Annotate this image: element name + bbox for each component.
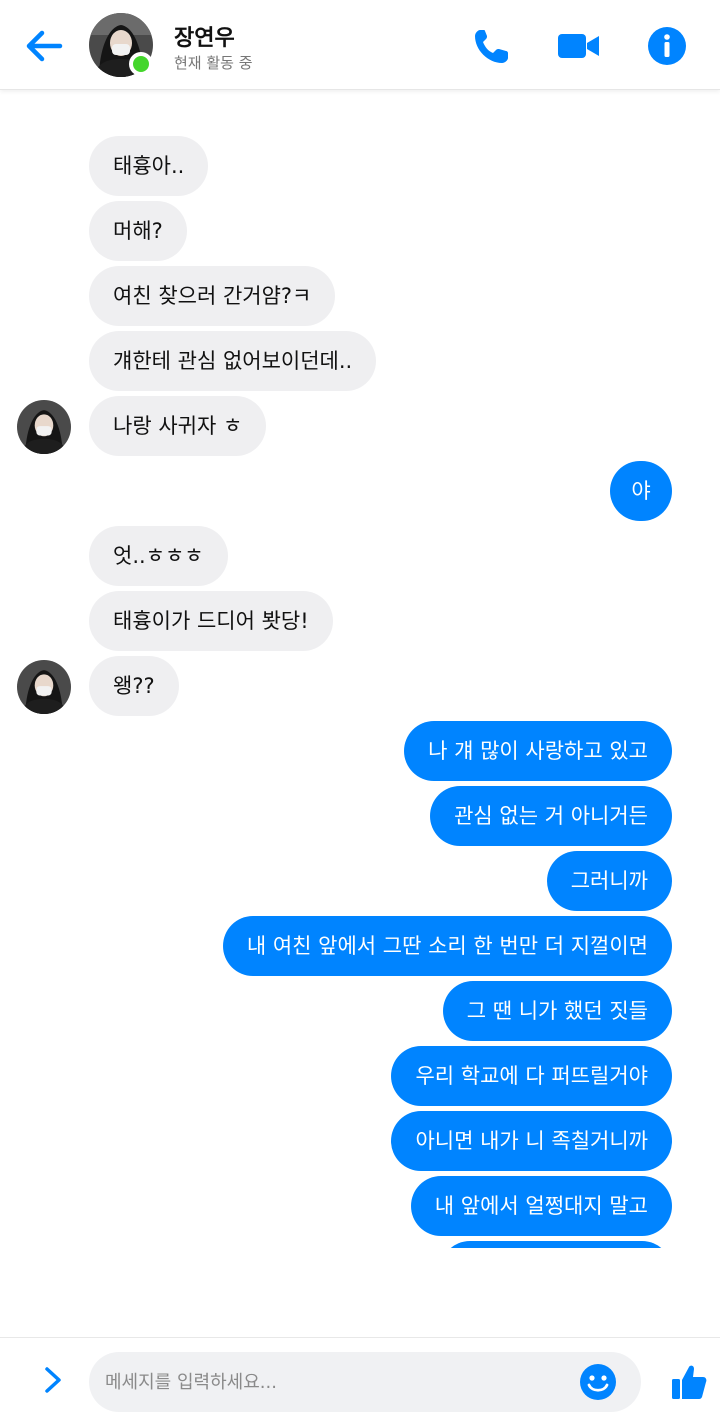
outgoing-message[interactable]: 우리 학교에 다 퍼뜨릴거야 — [391, 1046, 672, 1106]
outgoing-message[interactable] — [440, 1241, 672, 1248]
message-row: 우리 학교에 다 퍼뜨릴거야 — [0, 1046, 720, 1106]
chat-header: 장연우 현재 활동 중 — [0, 0, 720, 90]
outgoing-message[interactable]: 야 — [610, 461, 672, 521]
chevron-right-icon[interactable] — [38, 1364, 68, 1396]
sender-avatar[interactable] — [17, 660, 71, 714]
message-row: 머해? — [0, 201, 720, 261]
emoji-icon[interactable] — [579, 1363, 617, 1401]
outgoing-message[interactable]: 관심 없는 거 아니거든 — [430, 786, 672, 846]
message-row: 야 — [0, 461, 720, 521]
message-row: 엇..ㅎㅎㅎ — [0, 526, 720, 586]
incoming-message[interactable]: 왱?? — [89, 656, 179, 716]
message-row: 아니면 내가 니 족칠거니까 — [0, 1111, 720, 1171]
phone-icon[interactable] — [470, 24, 514, 68]
outgoing-message[interactable]: 그러니까 — [546, 851, 672, 911]
message-list[interactable]: 태흉아.. 머해? 여친 찾으러 간거얌?ㅋ 걔한테 관심 없어보이던데.. 나… — [0, 91, 720, 1248]
message-row: 그 땐 니가 했던 짓들 — [0, 981, 720, 1041]
incoming-message[interactable]: 머해? — [89, 201, 187, 261]
message-input[interactable] — [105, 1352, 575, 1412]
sender-avatar[interactable] — [17, 400, 71, 454]
contact-name[interactable]: 장연우 — [174, 20, 235, 52]
info-icon[interactable] — [645, 24, 689, 68]
outgoing-message[interactable]: 그 땐 니가 했던 짓들 — [442, 981, 672, 1041]
active-status: 현재 활동 중 — [174, 54, 253, 72]
message-row: 나랑 사귀자 ㅎ — [0, 396, 720, 456]
incoming-message[interactable]: 엇..ㅎㅎㅎ — [89, 526, 228, 586]
incoming-message[interactable]: 나랑 사귀자 ㅎ — [89, 396, 267, 456]
message-row: 내 앞에서 얼쩡대지 말고 — [0, 1176, 720, 1236]
video-camera-icon[interactable] — [556, 24, 600, 68]
message-composer — [0, 1337, 720, 1417]
incoming-message[interactable]: 걔한테 관심 없어보이던데.. — [89, 331, 377, 391]
incoming-message[interactable]: 태흉아.. — [89, 136, 209, 196]
online-status-dot — [129, 52, 153, 76]
thumbs-up-icon[interactable] — [670, 1362, 708, 1402]
message-row: 걔한테 관심 없어보이던데.. — [0, 331, 720, 391]
message-row: 왱?? — [0, 656, 720, 716]
message-row: 태흉이가 드디어 봣당! — [0, 591, 720, 651]
message-input-container — [89, 1352, 641, 1412]
message-row: 그러니까 — [0, 851, 720, 911]
message-row: 나 걔 많이 사랑하고 있고 — [0, 721, 720, 781]
message-row: 내 여친 앞에서 그딴 소리 한 번만 더 지껄이면 — [0, 916, 720, 976]
outgoing-message[interactable]: 내 여친 앞에서 그딴 소리 한 번만 더 지껄이면 — [222, 916, 672, 976]
message-row: 관심 없는 거 아니거든 — [0, 786, 720, 846]
message-row: 태흉아.. — [0, 136, 720, 196]
outgoing-message[interactable]: 내 앞에서 얼쩡대지 말고 — [410, 1176, 672, 1236]
message-row: 여친 찾으러 간거얌?ㅋ — [0, 266, 720, 326]
incoming-message[interactable]: 태흉이가 드디어 봣당! — [89, 591, 333, 651]
message-row — [0, 1241, 720, 1248]
back-arrow-icon[interactable] — [22, 24, 66, 68]
outgoing-message[interactable]: 아니면 내가 니 족칠거니까 — [391, 1111, 672, 1171]
incoming-message[interactable]: 여친 찾으러 간거얌?ㅋ — [89, 266, 336, 326]
outgoing-message[interactable]: 나 걔 많이 사랑하고 있고 — [404, 721, 672, 781]
